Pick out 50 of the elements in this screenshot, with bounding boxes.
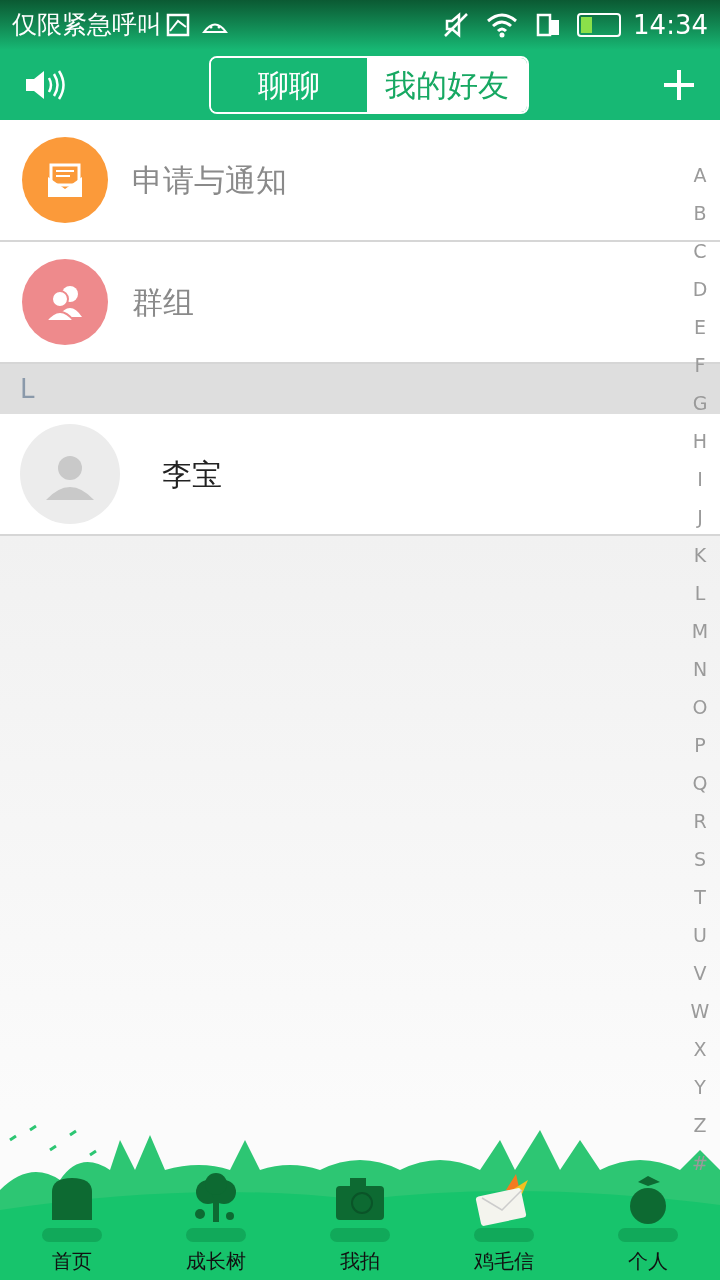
muted-icon bbox=[443, 12, 470, 38]
index-letter[interactable]: P bbox=[694, 726, 706, 764]
clock-text: 14:34 bbox=[633, 8, 708, 42]
icon-shadow bbox=[474, 1228, 534, 1242]
index-letter[interactable]: O bbox=[692, 688, 708, 726]
tab[interactable]: 我的好友 bbox=[367, 58, 527, 112]
nav-tab[interactable]: 鸡毛信 bbox=[432, 1168, 576, 1276]
index-letter[interactable]: H bbox=[692, 422, 708, 460]
people-icon bbox=[22, 259, 108, 345]
icon-shadow bbox=[42, 1228, 102, 1242]
index-letter[interactable]: N bbox=[692, 650, 708, 688]
avatar-icon bbox=[20, 424, 120, 524]
index-letter[interactable]: F bbox=[694, 346, 706, 384]
index-letter[interactable]: Z bbox=[693, 1106, 707, 1144]
index-letter[interactable]: R bbox=[693, 802, 707, 840]
index-letter[interactable]: G bbox=[692, 384, 708, 422]
list-item[interactable]: 群组 bbox=[0, 242, 680, 362]
nav-tab[interactable]: 我拍 bbox=[288, 1168, 432, 1276]
index-letter[interactable]: X bbox=[693, 1030, 707, 1068]
index-letter[interactable]: I bbox=[697, 460, 703, 498]
image-icon bbox=[166, 13, 190, 37]
nav-tab[interactable]: 首页 bbox=[0, 1168, 144, 1276]
index-letter[interactable]: L bbox=[694, 574, 706, 612]
index-letter[interactable]: D bbox=[692, 270, 708, 308]
index-letter[interactable]: K bbox=[693, 536, 707, 574]
index-letter[interactable]: Q bbox=[692, 764, 708, 802]
index-letter[interactable]: M bbox=[691, 612, 709, 650]
speaker-icon[interactable] bbox=[24, 69, 68, 101]
index-letter[interactable]: B bbox=[693, 194, 707, 232]
sim-icon bbox=[535, 12, 562, 38]
icon-shadow bbox=[330, 1228, 390, 1242]
index-letter[interactable]: C bbox=[693, 232, 707, 270]
battery-icon bbox=[577, 13, 622, 37]
envelope-icon bbox=[22, 137, 108, 223]
index-letter[interactable]: U bbox=[693, 916, 707, 954]
index-letter[interactable]: T bbox=[694, 878, 706, 916]
list-item[interactable]: 申请与通知 bbox=[0, 120, 680, 240]
index-letter[interactable]: E bbox=[694, 308, 706, 346]
index-letter[interactable]: A bbox=[693, 156, 707, 194]
index-letter[interactable]: V bbox=[693, 954, 707, 992]
contact-row[interactable]: 李宝 bbox=[0, 414, 680, 534]
icon-shadow bbox=[186, 1228, 246, 1242]
index-letter[interactable]: Y bbox=[694, 1068, 706, 1106]
add-icon[interactable] bbox=[662, 68, 696, 102]
index-letter[interactable]: S bbox=[693, 840, 707, 878]
index-letter[interactable]: W bbox=[690, 992, 710, 1030]
nav-tab[interactable]: 成长树 bbox=[144, 1168, 288, 1276]
carrier-text: 仅限紧急呼叫 bbox=[12, 9, 162, 42]
index-letter[interactable]: J bbox=[697, 498, 703, 536]
icon-shadow bbox=[618, 1228, 678, 1242]
